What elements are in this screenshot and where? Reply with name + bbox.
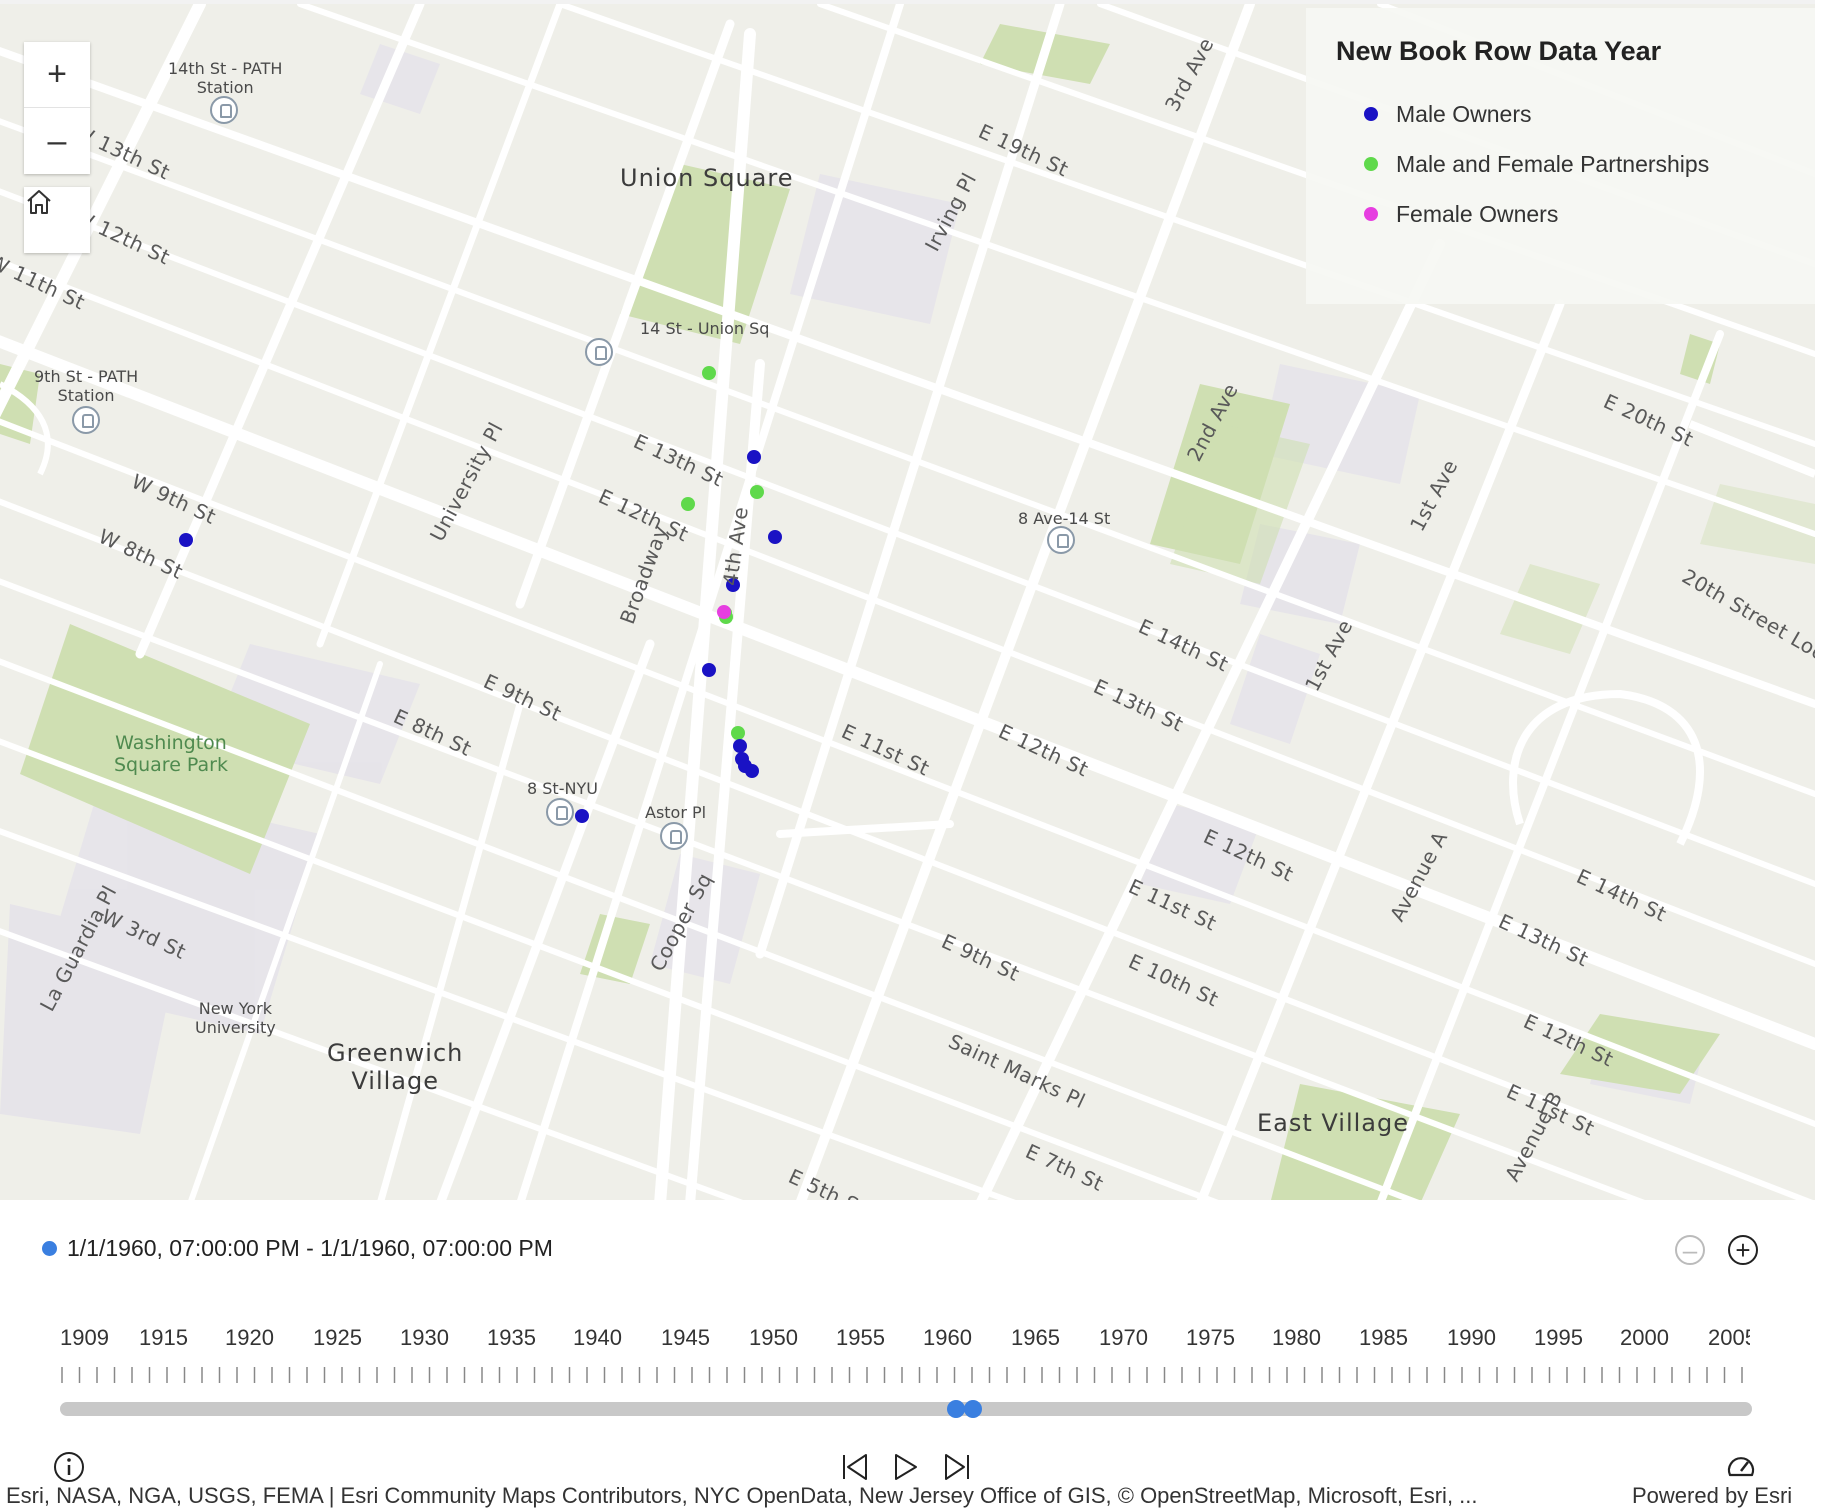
year-label: 1950 <box>749 1325 798 1350</box>
home-button[interactable] <box>24 187 90 253</box>
year-label: 1965 <box>1011 1325 1060 1350</box>
bookstore-point-partnership[interactable] <box>702 366 716 380</box>
year-label: 1975 <box>1186 1325 1235 1350</box>
year-label: 1935 <box>487 1325 536 1350</box>
bookstore-point-male[interactable] <box>179 533 193 547</box>
bookstore-point-partnership[interactable] <box>731 726 745 740</box>
tick-marks <box>61 1367 1743 1383</box>
zoom-out-button[interactable]: – <box>24 108 90 174</box>
legend-panel: New Book Row Data Year Male Owners Male … <box>1306 8 1815 304</box>
time-slider: 1/1/1960, 07:00:00 PM - 1/1/1960, 07:00:… <box>0 1200 1836 1512</box>
speedometer-icon <box>1727 1457 1755 1477</box>
year-label: 1925 <box>313 1325 362 1350</box>
year-label: 1980 <box>1272 1325 1321 1350</box>
legend-item: Male and Female Partnerships <box>1336 139 1785 189</box>
bookstore-point-male[interactable] <box>702 663 716 677</box>
slider-zoom-out-button[interactable]: – <box>1675 1235 1705 1265</box>
time-indicator-dot <box>42 1241 57 1256</box>
bookstore-point-male[interactable] <box>726 578 740 592</box>
map-view[interactable]: 14th St - PATH Station W 13th St W 12th St W… <box>0 0 1815 1200</box>
bookstore-point-male[interactable] <box>768 530 782 544</box>
bookstore-point-male[interactable] <box>745 764 759 778</box>
year-label: 1940 <box>573 1325 622 1350</box>
year-label: 2005 <box>1708 1325 1750 1350</box>
year-label: 1920 <box>225 1325 274 1350</box>
legend-item: Female Owners <box>1336 189 1785 239</box>
playback-speed-button[interactable] <box>1724 1450 1758 1484</box>
year-label: 1915 <box>139 1325 188 1350</box>
year-label: 1960 <box>923 1325 972 1350</box>
bookstore-point-male[interactable] <box>733 739 747 753</box>
previous-button[interactable] <box>838 1450 872 1484</box>
legend-label: Male and Female Partnerships <box>1396 150 1710 177</box>
time-range-display: 1/1/1960, 07:00:00 PM - 1/1/1960, 07:00:… <box>42 1235 553 1262</box>
bookstore-point-male[interactable] <box>575 809 589 823</box>
year-label: 1930 <box>400 1325 449 1350</box>
year-label: 1945 <box>661 1325 710 1350</box>
year-label: 1990 <box>1447 1325 1496 1350</box>
slider-thumb-end[interactable] <box>964 1400 982 1418</box>
legend-swatch-male <box>1364 107 1378 121</box>
home-icon <box>27 190 51 214</box>
legend-swatch-female <box>1364 207 1378 221</box>
info-icon <box>54 1452 84 1482</box>
year-label: 1955 <box>836 1325 885 1350</box>
bookstore-point-partnership[interactable] <box>681 497 695 511</box>
year-label: 1985 <box>1359 1325 1408 1350</box>
bookstore-point-male[interactable] <box>747 450 761 464</box>
zoom-control: + – <box>24 42 90 174</box>
skip-next-icon <box>945 1454 969 1480</box>
year-label: 1909 <box>60 1325 109 1350</box>
bookstore-point-female[interactable] <box>717 605 731 619</box>
bookstore-point-partnership[interactable] <box>750 485 764 499</box>
legend-label: Female Owners <box>1396 200 1559 227</box>
app-root: 14th St - PATH Station W 13th St W 12th St W… <box>0 0 1836 1512</box>
slider-zoom-in-button[interactable]: + <box>1728 1235 1758 1265</box>
year-label: 2000 <box>1620 1325 1669 1350</box>
zoom-in-button[interactable]: + <box>24 42 90 108</box>
legend-title: New Book Row Data Year <box>1336 36 1662 66</box>
powered-by-esri[interactable]: Powered by Esri <box>1632 1483 1792 1509</box>
legend-label: Male Owners <box>1396 100 1532 127</box>
play-icon <box>895 1454 917 1480</box>
skip-previous-icon <box>843 1454 867 1480</box>
legend-swatch-partnership <box>1364 157 1378 171</box>
year-label: 1970 <box>1099 1325 1148 1350</box>
info-button[interactable] <box>52 1450 86 1484</box>
legend-item: Male Owners <box>1336 89 1785 139</box>
year-labels: 1909 1915 1920 1925 1930 1935 1940 1945 1950 1955… <box>60 1325 1750 1355</box>
slider-track[interactable] <box>60 1402 1752 1416</box>
play-button[interactable] <box>888 1450 922 1484</box>
map-attribution[interactable]: Esri, NASA, NGA, USGS, FEMA | Esri Commu… <box>6 1483 1478 1509</box>
time-range-text: 1/1/1960, 07:00:00 PM - 1/1/1960, 07:00:… <box>67 1235 553 1261</box>
year-label: 1995 <box>1534 1325 1583 1350</box>
next-button[interactable] <box>940 1450 974 1484</box>
slider-thumb-start[interactable] <box>947 1400 965 1418</box>
